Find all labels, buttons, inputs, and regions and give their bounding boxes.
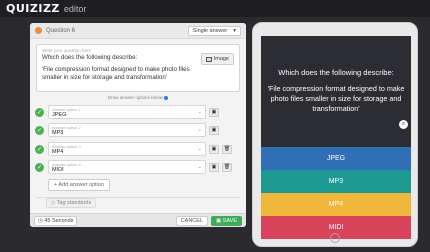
home-button-icon xyxy=(330,233,340,243)
add-image-button[interactable]: Image xyxy=(200,53,234,65)
answer-option-row: ✓ Answer option 3 MP4 ⌄ ▣ 🗑 xyxy=(35,142,241,156)
timer-select[interactable]: ◷ 45 Seconds xyxy=(34,215,78,226)
quizizz-logo: QUIZIZZ xyxy=(6,2,60,15)
option-image-icon[interactable]: ▣ xyxy=(209,107,219,117)
preview-answer-label: MIDI xyxy=(328,224,344,231)
save-icon: ▣ xyxy=(216,217,223,224)
preview-answer-label: JPEG xyxy=(326,155,346,162)
correct-toggle-icon[interactable]: ✓ xyxy=(35,144,44,154)
question-icon xyxy=(35,27,42,34)
top-bar: QUIZIZZ editor xyxy=(0,0,430,17)
option-image-icon[interactable]: ▣ xyxy=(209,162,219,172)
info-icon xyxy=(164,95,169,100)
option-value: MP4 xyxy=(52,149,64,155)
zoom-icon[interactable]: ⌕ xyxy=(399,120,408,129)
option-image-icon[interactable]: ▣ xyxy=(209,125,219,135)
answer-option-input[interactable]: Answer option 4 MIDI ⌄ xyxy=(48,160,206,174)
question-input[interactable]: Write your question here Which does the … xyxy=(36,44,240,92)
answer-type-select[interactable]: Single answer ▾ xyxy=(187,25,241,36)
tag-row: ◇ Tag standards xyxy=(36,197,240,208)
chevron-down-icon: ⌄ xyxy=(197,146,202,152)
add-answer-option-button[interactable]: + Add answer option xyxy=(48,179,110,191)
question-text: Which does the following describe: 'File… xyxy=(42,54,190,81)
chevron-down-icon: ⌄ xyxy=(197,164,202,170)
answer-option-row: ✓ Answer option 2 MP3 ⌄ ▣ xyxy=(35,123,241,137)
option-image-icon[interactable]: ▣ xyxy=(209,144,219,154)
chevron-down-icon: ⌄ xyxy=(197,109,202,115)
preview-answer: JPEG xyxy=(261,147,411,170)
question-label: Question 6 xyxy=(46,27,76,34)
answer-option-row: ✓ Answer option 1 JPEG ⌄ ▣ xyxy=(35,105,241,119)
answer-option-input[interactable]: Answer option 1 JPEG ⌄ xyxy=(48,105,206,119)
answer-option-row: ✓ Answer option 4 MIDI ⌄ ▣ 🗑 xyxy=(35,160,241,174)
save-button[interactable]: ▣ SAVE xyxy=(211,215,242,226)
correct-toggle-icon[interactable]: ✓ xyxy=(35,162,44,172)
correct-toggle-icon[interactable]: ✓ xyxy=(35,107,44,117)
timer-value: 45 Seconds xyxy=(44,217,74,224)
option-value: MP3 xyxy=(52,130,64,136)
answer-option-input[interactable]: Answer option 3 MP4 ⌄ xyxy=(48,142,206,156)
answer-info-text: Draw answer options below xyxy=(107,95,163,100)
trash-icon[interactable]: 🗑 xyxy=(222,162,232,172)
preview-answer-label: MP4 xyxy=(328,201,344,208)
editor-header: Question 6 Single answer ▾ xyxy=(30,23,246,39)
tag-label: Tag standards xyxy=(56,200,92,206)
answer-info: Draw answer options below xyxy=(30,95,246,100)
save-label: SAVE xyxy=(222,217,237,224)
option-value: MIDI xyxy=(52,167,64,173)
image-icon xyxy=(205,56,212,62)
preview-answer-label: MP3 xyxy=(328,178,344,185)
tag-standards-button[interactable]: ◇ Tag standards xyxy=(46,198,97,208)
chevron-down-icon: ▾ xyxy=(233,27,236,34)
image-button-label: Image xyxy=(213,56,229,62)
editor-label: editor xyxy=(63,3,87,14)
preview-answer: MP4 xyxy=(261,193,411,216)
answer-type-value: Single answer xyxy=(192,27,228,34)
question-editor: Question 6 Single answer ▾ Write your qu… xyxy=(30,23,246,227)
tablet-preview: Which does the following describe: 'File… xyxy=(252,22,418,247)
preview-answer: MP3 xyxy=(261,170,411,193)
answer-option-input[interactable]: Answer option 2 MP3 ⌄ xyxy=(48,123,206,137)
trash-icon[interactable]: 🗑 xyxy=(222,144,232,154)
preview-question-title: Which does the following describe: xyxy=(278,68,394,77)
cancel-button[interactable]: CANCEL xyxy=(175,215,208,226)
editor-footer: ◷ 45 Seconds CANCEL ▣ SAVE xyxy=(30,213,246,227)
preview-screen: Which does the following describe: 'File… xyxy=(261,36,411,239)
preview-question-text: 'File compression format designed to mak… xyxy=(267,84,405,113)
chevron-down-icon: ⌄ xyxy=(197,127,202,133)
correct-toggle-icon[interactable]: ✓ xyxy=(35,125,44,135)
option-value: JPEG xyxy=(52,112,67,118)
